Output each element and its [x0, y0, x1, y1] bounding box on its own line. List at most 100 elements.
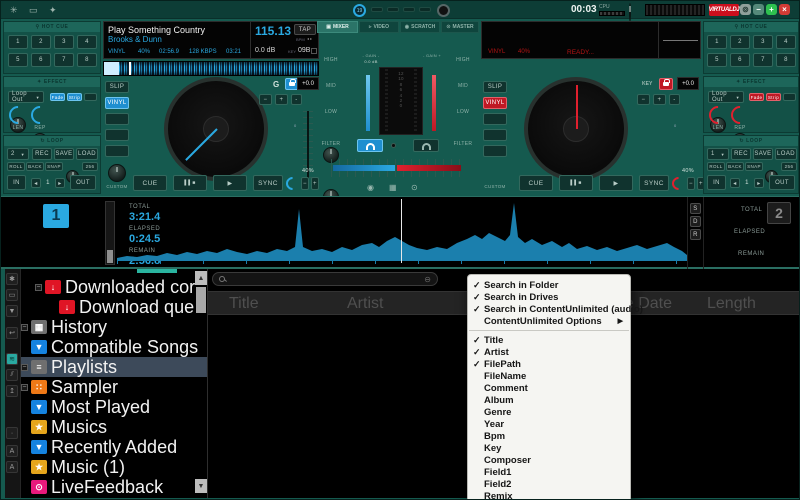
collapse-expander[interactable]: – — [35, 284, 42, 291]
deck1-custom-knob[interactable] — [108, 164, 126, 182]
deck2-key-plus-button[interactable]: + — [653, 94, 666, 105]
deck1-headphone-cue-button[interactable] — [357, 139, 383, 152]
deck1-zoom-out-button[interactable]: − — [301, 177, 309, 190]
loop-out-button[interactable]: OUT — [70, 175, 96, 190]
loop-load-button[interactable]: LOAD — [775, 148, 797, 160]
sidebar-item-music-1[interactable]: ★ Music (1) — [21, 457, 207, 477]
loop-in-button[interactable]: IN — [7, 175, 26, 190]
loop-half-button[interactable]: ◂ — [31, 178, 41, 188]
deck1-slip-button[interactable]: SLIP — [105, 81, 129, 93]
hotcue-6-button[interactable]: 6 — [730, 53, 750, 67]
sidebar-item-downloaded-content[interactable]: – ↓ Downloaded cor — [21, 277, 207, 297]
loop-beats-button[interactable]: 256 — [781, 162, 797, 171]
mic-settings-icon[interactable]: ⊙ — [411, 183, 418, 192]
menu-item-key[interactable]: Key — [468, 442, 630, 454]
menu-item-artist[interactable]: ✓Artist — [468, 346, 630, 358]
star-icon[interactable]: ✦ — [49, 5, 57, 16]
deck2-cue-button[interactable]: CUE — [519, 175, 553, 191]
automix-icon[interactable]: ≋ — [6, 353, 18, 365]
hotcue-1-button[interactable]: 1 — [8, 35, 28, 49]
deck1-pad-button[interactable] — [105, 113, 129, 125]
effect-slot-button[interactable] — [783, 93, 796, 101]
menu-item-filepath[interactable]: ✓FilePath — [468, 358, 630, 370]
loop-back-button[interactable]: BACK — [726, 162, 744, 171]
menu-item-composer[interactable]: Composer — [468, 454, 630, 466]
key-match-icon[interactable] — [311, 48, 317, 54]
pad-slot-icon[interactable] — [403, 7, 415, 12]
sidebar-item-livefeedback[interactable]: ⊙ LiveFeedback — [21, 477, 207, 497]
loop-half-button[interactable]: ◂ — [730, 178, 740, 188]
deck1-jog-wheel[interactable] — [164, 77, 268, 181]
dot-icon[interactable]: · — [6, 427, 18, 439]
loop-size-dropdown[interactable]: 2▼ — [7, 148, 29, 160]
volume-knob[interactable] — [629, 3, 631, 22]
deck2-pad-button[interactable] — [483, 129, 507, 141]
loop-beats-button[interactable]: 256 — [82, 162, 98, 171]
loop-snap-button[interactable]: SNAP — [745, 162, 763, 171]
menu-item-field1[interactable]: Field1 — [468, 466, 630, 478]
hotcue-8-button[interactable]: 8 — [77, 53, 97, 67]
deck2-play-button[interactable]: ▶ — [599, 175, 633, 191]
strip-button[interactable]: Strip — [766, 93, 781, 101]
deck2-pause-button[interactable]: ▌▌■ — [559, 175, 593, 191]
hotcue-6-button[interactable]: 6 — [31, 53, 51, 67]
folder-icon[interactable]: ▭ — [6, 289, 18, 301]
deck2-pad-button[interactable] — [483, 145, 507, 157]
clear-search-icon[interactable]: ⊖ — [424, 275, 431, 284]
filter-icon[interactable]: ▼ — [6, 305, 18, 317]
record-icon[interactable]: ◉ — [367, 183, 374, 192]
record-loop-icon[interactable] — [437, 4, 450, 17]
loop-out-button[interactable]: OUT — [769, 175, 795, 190]
effect-select-dropdown[interactable]: Loop Out▼ — [708, 91, 744, 103]
pointer-icon[interactable]: ✳ — [10, 5, 18, 16]
split-icon[interactable]: ⫽ — [6, 369, 18, 381]
favorites-star-icon[interactable]: ✱ — [6, 273, 18, 285]
loop-save-button[interactable]: SAVE — [54, 148, 74, 160]
minimize-button[interactable]: − — [753, 4, 764, 15]
menu-item-search-contentunlimited[interactable]: ✓Search in ContentUnlimited (audio) — [468, 303, 630, 315]
deck2-key-minus-button[interactable]: − — [637, 94, 650, 105]
hotcue-3-button[interactable]: 3 — [753, 35, 773, 49]
deck1-waveform-strip[interactable] — [103, 61, 319, 76]
deck2-zoom-out-button[interactable]: − — [687, 177, 695, 190]
tab-scratch[interactable]: ◉SCRATCH — [400, 21, 440, 33]
loop-roll-button[interactable]: ROLL — [707, 162, 725, 171]
bpm-nudge-arrows[interactable]: ◂ ▸ — [307, 36, 312, 41]
menu-item-bpm[interactable]: Bpm — [468, 430, 630, 442]
sidebar-item-compatible-songs[interactable]: ▼ Compatible Songs — [21, 337, 207, 357]
loop-rec-button[interactable]: REC — [731, 148, 751, 160]
loop-roll-button[interactable]: ROLL — [7, 162, 25, 171]
sidebar-item-playlists[interactable]: – ≡ Playlists — [21, 357, 207, 377]
font-larger-icon[interactable]: A — [6, 461, 18, 473]
scrollbar-handle[interactable] — [107, 250, 113, 263]
loop-rec-button[interactable]: REC — [32, 148, 52, 160]
cue-mix-dot[interactable] — [391, 143, 396, 148]
sampler-grid-icon[interactable]: ▦ — [389, 183, 397, 192]
effect-select-dropdown[interactable]: Loop Out▼ — [8, 91, 44, 103]
deck2-pad-button[interactable] — [483, 113, 507, 125]
back-icon[interactable]: ↩ — [6, 327, 18, 339]
hotcue-3-button[interactable]: 3 — [54, 35, 74, 49]
pad-slot-icon[interactable] — [371, 7, 383, 12]
song-waveform[interactable] — [117, 199, 687, 263]
tab-video[interactable]: ▹VIDEO — [359, 21, 399, 33]
strip-button[interactable]: Strip — [67, 93, 82, 101]
effect-slot-button[interactable] — [84, 93, 97, 101]
deck1-key-reset-button[interactable]: - — [291, 94, 302, 105]
deck1-key-plus-button[interactable]: + — [275, 94, 288, 105]
loop-in-button[interactable]: IN — [707, 175, 726, 190]
deck1-pad-button[interactable] — [105, 145, 129, 157]
hotcue-2-button[interactable]: 2 — [730, 35, 750, 49]
hotcue-5-button[interactable]: 5 — [707, 53, 727, 67]
close-button[interactable]: × — [779, 4, 790, 15]
menu-item-genre[interactable]: Genre — [468, 406, 630, 418]
fade-button[interactable]: Fade — [749, 93, 764, 101]
tab-mixer[interactable]: ▣MIXER — [317, 21, 358, 33]
window-icon[interactable]: ▭ — [29, 5, 38, 16]
deck2-key-reset-button[interactable]: - — [669, 94, 680, 105]
loop-size-dropdown[interactable]: 1▼ — [707, 148, 729, 160]
pad-slot-icon[interactable] — [387, 7, 399, 12]
menu-item-field2[interactable]: Field2 — [468, 478, 630, 490]
deck2-vinyl-button[interactable]: VINYL — [483, 97, 507, 109]
fade-button[interactable]: Fade — [50, 93, 65, 101]
